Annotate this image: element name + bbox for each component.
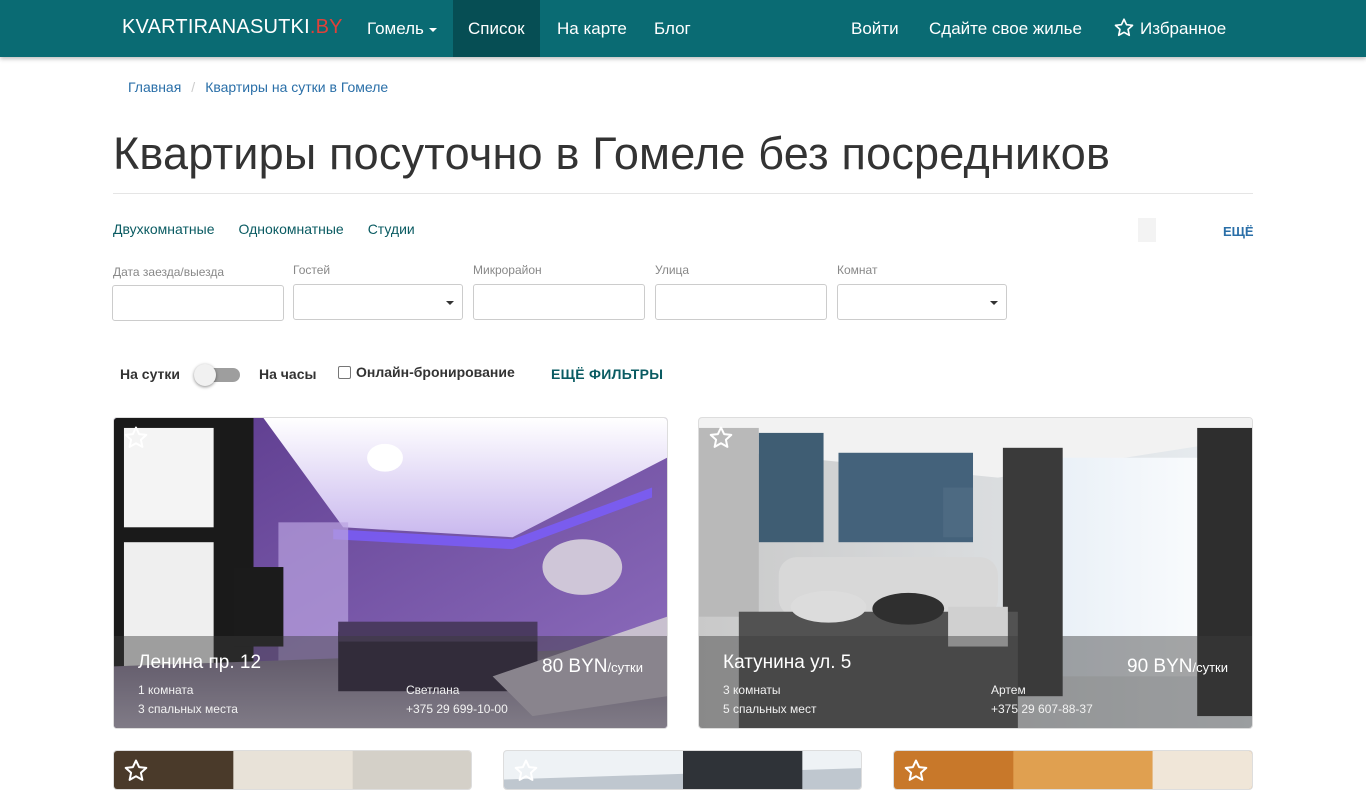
rooms-label: Комнат (837, 263, 878, 277)
switch-knob (194, 364, 216, 386)
breadcrumb-separator: / (191, 79, 196, 95)
breadcrumb-home[interactable]: Главная (128, 79, 181, 95)
listing-beds: 3 спальных места (138, 702, 238, 716)
title-divider (113, 193, 1253, 194)
breadcrumb-current[interactable]: Квартиры на сутки в Гомеле (205, 79, 388, 95)
favorite-star-icon[interactable] (514, 759, 538, 782)
quick-link-studios[interactable]: Студии (368, 221, 415, 237)
listing-owner: Артем (991, 683, 1026, 697)
nav-map[interactable]: На карте (542, 0, 642, 57)
dates-label: Дата заезда/выезда (113, 265, 225, 279)
listing-card[interactable] (503, 750, 862, 790)
listing-rooms: 3 комнаты (723, 683, 781, 697)
quick-link-two-room[interactable]: Двухкомнатные (113, 221, 215, 237)
nav-map-label: На карте (557, 19, 627, 38)
site-logo[interactable]: KVARTIRANASUTKI.BY (122, 16, 343, 39)
navbar-container: KVARTIRANASUTKI.BY Гомель Список На карт… (107, 0, 1259, 57)
district-label: Микрорайон (473, 263, 542, 277)
listing-price-unit: /сутки (607, 660, 643, 675)
breadcrumb: Главная / Квартиры на сутки в Гомеле (128, 79, 388, 95)
quick-filter-links: Двухкомнатные Однокомнатные Студии (113, 221, 439, 237)
listing-photo (504, 751, 861, 789)
listing-price: 90 BYN/сутки (1127, 656, 1228, 678)
city-dropdown-label: Гомель (367, 19, 424, 38)
caret-down-icon (428, 27, 437, 32)
favorite-star-icon[interactable] (709, 426, 733, 449)
listing-card[interactable] (113, 750, 472, 790)
daily-hourly-switch[interactable] (194, 364, 240, 386)
listing-photo (894, 751, 1252, 789)
listing-photo (114, 751, 471, 789)
listing-price-value: 80 BYN (542, 656, 608, 677)
quick-link-one-room[interactable]: Однокомнатные (239, 221, 344, 237)
city-dropdown[interactable]: Гомель (352, 0, 452, 57)
listing-info-overlay: Ленина пр. 12 1 комната 3 спальных места… (114, 636, 667, 728)
listing-price-unit: /сутки (1192, 660, 1228, 675)
listing-owner: Светлана (406, 683, 460, 697)
listing-beds: 5 спальных мест (723, 702, 817, 716)
page-title: Квартиры посуточно в Гомеле без посредни… (113, 128, 1111, 179)
caret-down-icon (446, 301, 454, 305)
favorite-star-icon[interactable] (124, 759, 148, 782)
listing-phone[interactable]: +375 29 699-10-00 (406, 702, 508, 716)
listing-price-value: 90 BYN (1127, 656, 1193, 677)
rent-out-link[interactable]: Сдайте свое жилье (914, 0, 1097, 57)
listing-rooms: 1 комната (138, 683, 194, 697)
brand-name: KVARTIRANASUTKI (122, 16, 310, 38)
more-links-button[interactable]: ЕЩЁ (1223, 224, 1254, 239)
district-input[interactable] (473, 284, 645, 320)
favorites-label: Избранное (1140, 19, 1227, 38)
listing-card[interactable] (893, 750, 1253, 790)
rent-out-label: Сдайте свое жилье (929, 19, 1082, 38)
guests-select[interactable] (293, 284, 463, 320)
street-label: Улица (655, 263, 690, 277)
street-input[interactable] (655, 284, 827, 320)
more-filters-button[interactable]: ЕЩЁ ФИЛЬТРЫ (551, 366, 663, 382)
star-outline-icon (1114, 18, 1134, 37)
listing-title: Ленина пр. 12 (138, 652, 262, 673)
caret-down-icon (990, 301, 998, 305)
guests-label: Гостей (293, 263, 331, 277)
favorites-link[interactable]: Избранное (1099, 0, 1241, 57)
listing-price: 80 BYN/сутки (542, 656, 643, 678)
scroll-placeholder (1138, 218, 1156, 242)
login-link[interactable]: Войти (836, 0, 914, 57)
brand-tld: .BY (309, 16, 343, 38)
daily-label: На сутки (120, 366, 180, 382)
rooms-select[interactable] (837, 284, 1007, 320)
listing-card[interactable]: Катунина ул. 5 3 комнаты 5 спальных мест… (698, 417, 1253, 729)
login-label: Войти (851, 19, 899, 38)
online-booking-checkbox[interactable] (338, 366, 351, 379)
nav-list-label: Список (468, 19, 525, 38)
favorite-star-icon[interactable] (124, 426, 148, 449)
listing-phone[interactable]: +375 29 607-88-37 (991, 702, 1093, 716)
favorite-star-icon[interactable] (904, 759, 928, 782)
nav-blog-label: Блог (654, 19, 691, 38)
listing-card[interactable]: Ленина пр. 12 1 комната 3 спальных места… (113, 417, 668, 729)
top-navbar: KVARTIRANASUTKI.BY Гомель Список На карт… (0, 0, 1366, 57)
online-booking-label: Онлайн-бронирование (356, 364, 515, 380)
listing-title: Катунина ул. 5 (723, 652, 852, 673)
nav-list[interactable]: Список (453, 0, 540, 57)
hourly-label: На часы (259, 366, 317, 382)
nav-blog[interactable]: Блог (639, 0, 706, 57)
listing-info-overlay: Катунина ул. 5 3 комнаты 5 спальных мест… (699, 636, 1252, 728)
dates-input[interactable] (112, 285, 284, 321)
